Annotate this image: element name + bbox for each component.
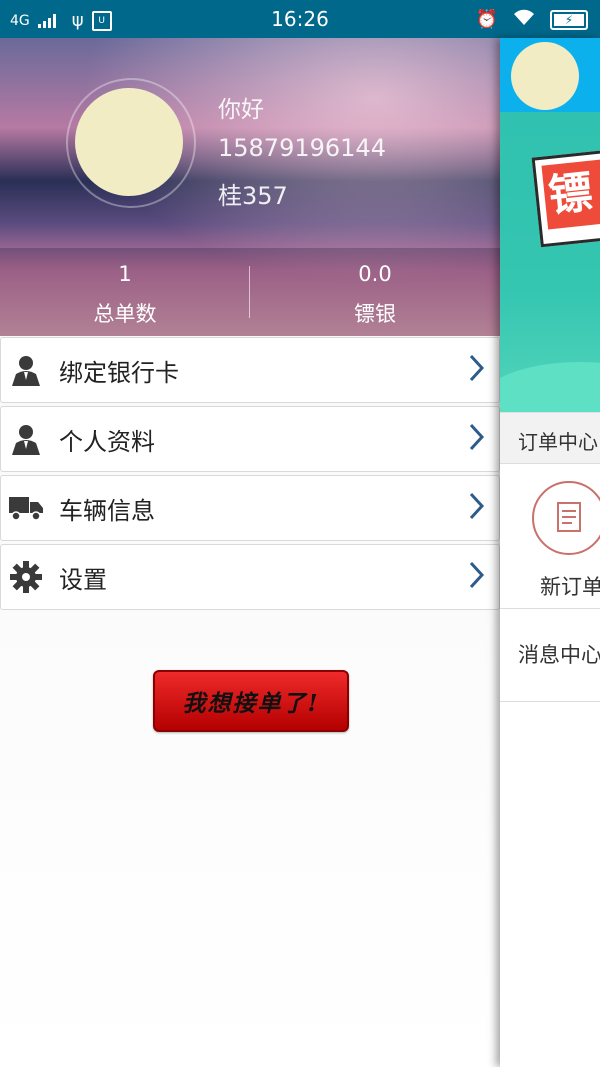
message-center-label: 消息中心 [518,643,600,667]
stat-value: 1 [118,262,132,286]
main-banner[interactable]: 镖 [500,112,600,442]
drawer-menu: 绑定银行卡 个人资料 车辆信息 设置 [0,337,500,613]
menu-item-settings[interactable]: 设置 [0,544,500,610]
plate-number: 桂357 [218,182,288,210]
main-topbar [500,38,600,112]
order-center-header: 订单中心 [500,412,600,464]
stat-label: 镖银 [354,302,396,326]
stat-silver[interactable]: 0.0 镖银 [250,262,500,328]
menu-item-bind-bank-card[interactable]: 绑定银行卡 [0,337,500,403]
main-panel[interactable]: 镖 订单中心 新订单 消息中心 [500,38,600,1067]
new-order-tile[interactable]: 新订单 [500,463,600,609]
menu-item-label: 车辆信息 [59,496,155,525]
message-center-row[interactable]: 消息中心 [500,609,600,702]
user-icon [9,353,43,387]
stats-bar: 1 总单数 0.0 镖银 [0,248,500,336]
stat-total-orders[interactable]: 1 总单数 [0,262,250,328]
phone-number: 15879196144 [218,134,386,162]
menu-item-label: 设置 [59,565,107,594]
nav-drawer: 你好 15879196144 桂357 1 总单数 0.0 镖银 绑定银行卡 个… [0,38,500,1067]
greeting-text: 你好 [218,97,264,123]
new-order-label: 新订单 [540,575,600,599]
user-icon [9,422,43,456]
gear-icon [9,560,43,594]
chevron-right-icon [469,492,485,524]
battery-charging-icon: ⚡ [550,9,588,30]
avatar[interactable] [75,88,183,196]
chevron-right-icon [469,423,485,455]
stat-label: 总单数 [93,302,157,326]
accept-orders-button[interactable]: 我想接单了! [153,670,349,732]
stat-value: 0.0 [358,262,392,286]
alarm-icon: ⏰ [475,9,498,30]
order-center-label: 订单中心 [518,430,598,454]
menu-item-profile[interactable]: 个人资料 [0,406,500,472]
chevron-right-icon [469,354,485,386]
chevron-right-icon [469,561,485,593]
truck-icon [9,491,43,525]
menu-item-label: 绑定银行卡 [59,358,179,387]
banner-text: 镖 [541,155,600,230]
wifi-icon [512,8,536,31]
scroll-document-icon [532,481,600,555]
status-right: ⏰ ⚡ [476,8,588,31]
menu-item-vehicle-info[interactable]: 车辆信息 [0,475,500,541]
menu-item-label: 个人资料 [59,427,155,456]
main-avatar[interactable] [511,42,579,110]
banner-sign: 镖 [531,146,600,248]
profile-header: 你好 15879196144 桂357 1 总单数 0.0 镖银 [0,38,500,336]
status-bar: 4G ψ U 16:26 ⏰ ⚡ [0,0,600,38]
